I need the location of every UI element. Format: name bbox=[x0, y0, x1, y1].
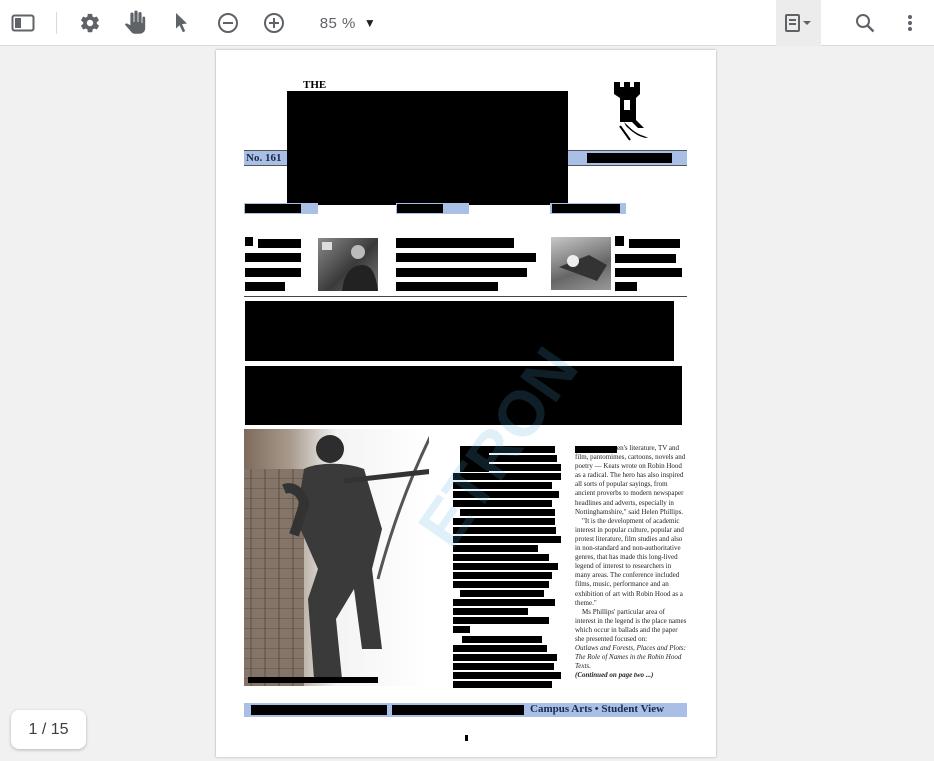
article-paragraph-3: Ms Phillips' particular area of interest… bbox=[575, 607, 687, 643]
redacted-line bbox=[453, 491, 559, 498]
settings-gear-icon[interactable] bbox=[76, 0, 104, 46]
sidebar-toggle-icon[interactable] bbox=[8, 0, 38, 46]
teaser-photo-1 bbox=[318, 238, 378, 291]
redacted-teaser bbox=[396, 238, 514, 248]
redacted-line bbox=[453, 581, 549, 588]
redacted-footer-2 bbox=[392, 705, 524, 715]
teaser-photo-2 bbox=[551, 237, 611, 290]
redacted-line bbox=[460, 590, 544, 597]
redacted-line bbox=[453, 654, 557, 661]
redacted-line bbox=[453, 545, 538, 552]
redacted-teaser bbox=[245, 237, 253, 246]
article-body-column: en's literature, TV and film, pantomimes… bbox=[575, 444, 687, 680]
redacted-teaser bbox=[615, 268, 682, 277]
redacted-line bbox=[462, 636, 542, 643]
redacted-line bbox=[453, 572, 552, 579]
redacted-masthead-lower bbox=[287, 148, 568, 205]
redacted-teaser bbox=[615, 236, 624, 246]
view-mode-icon bbox=[784, 14, 811, 32]
more-vert-icon[interactable] bbox=[900, 0, 920, 46]
redacted-footer-1 bbox=[251, 705, 387, 715]
redacted-line bbox=[453, 482, 552, 489]
redacted-teaser bbox=[629, 239, 680, 248]
redacted-teaser bbox=[245, 282, 285, 291]
redacted-teaser bbox=[258, 239, 301, 248]
redacted-line bbox=[489, 446, 555, 453]
pointer-tool-icon[interactable] bbox=[171, 0, 193, 46]
redacted-teaser bbox=[615, 254, 676, 263]
toolbar-divider bbox=[56, 12, 57, 34]
redacted-line bbox=[453, 527, 556, 534]
robin-hood-statue-photo bbox=[244, 429, 429, 686]
redacted-line bbox=[489, 464, 561, 471]
caret-down-icon: ▼ bbox=[363, 16, 377, 30]
redacted-date bbox=[587, 153, 672, 163]
article-paragraph-2: "It is the development of academic inter… bbox=[575, 516, 684, 607]
redacted-line bbox=[453, 626, 470, 633]
redacted-line bbox=[453, 663, 554, 670]
redacted-teaser bbox=[245, 268, 301, 277]
footer-sections: Campus Arts • Student View bbox=[530, 703, 665, 715]
divider-rule bbox=[244, 296, 687, 297]
redacted-teaser bbox=[615, 282, 637, 291]
castle-logo-icon bbox=[610, 78, 654, 147]
redacted-page-number bbox=[465, 735, 468, 741]
redacted-line bbox=[453, 554, 549, 561]
redacted-line bbox=[453, 473, 561, 480]
redacted-line bbox=[453, 500, 552, 507]
redacted-line bbox=[453, 608, 528, 615]
redacted-line bbox=[453, 645, 547, 652]
redacted-line bbox=[489, 455, 557, 462]
redacted-teaser bbox=[396, 282, 498, 291]
redacted-nav-1 bbox=[245, 204, 301, 213]
redacted-line bbox=[453, 617, 549, 624]
view-mode-button[interactable] bbox=[776, 0, 821, 46]
zoom-select[interactable]: 85 % ▼ bbox=[313, 0, 383, 46]
redacted-teaser bbox=[396, 268, 527, 277]
hand-tool-icon[interactable] bbox=[121, 0, 151, 46]
redacted-nav-3 bbox=[552, 204, 620, 213]
page-indicator-text: 1 / 15 bbox=[28, 720, 69, 738]
redacted-line bbox=[453, 672, 561, 679]
redacted-headline-1 bbox=[245, 301, 674, 361]
redacted-teaser bbox=[245, 253, 301, 262]
article-paper-title: Outlaws and Forests, Places and Plots: T… bbox=[575, 644, 686, 671]
page-indicator: 1 / 15 bbox=[11, 710, 86, 749]
redacted-line bbox=[453, 599, 555, 606]
redacted-line bbox=[460, 509, 555, 516]
redacted-dropcap bbox=[460, 446, 489, 472]
redacted-nav-2 bbox=[397, 204, 443, 213]
toolbar: 85 % ▼ bbox=[0, 0, 934, 46]
redacted-line bbox=[453, 536, 561, 543]
pdf-page: THE No. 161 en's literature, TV and film… bbox=[216, 50, 716, 757]
article-paragraph-1: en's literature, TV and film, pantomimes… bbox=[575, 444, 686, 516]
redacted-line bbox=[453, 681, 552, 688]
redacted-teaser bbox=[396, 253, 536, 262]
redacted-headline-2 bbox=[245, 366, 682, 425]
masthead-the: THE bbox=[303, 79, 327, 91]
redacted-line bbox=[453, 563, 558, 570]
redacted-line bbox=[453, 518, 555, 525]
zoom-value: 85 % bbox=[319, 14, 356, 32]
search-icon[interactable] bbox=[852, 0, 878, 46]
zoom-in-icon[interactable] bbox=[261, 0, 287, 46]
issue-number: No. 161 bbox=[246, 152, 282, 164]
zoom-out-icon[interactable] bbox=[215, 0, 241, 46]
continued-note: (Continued on page two ...) bbox=[575, 671, 654, 680]
